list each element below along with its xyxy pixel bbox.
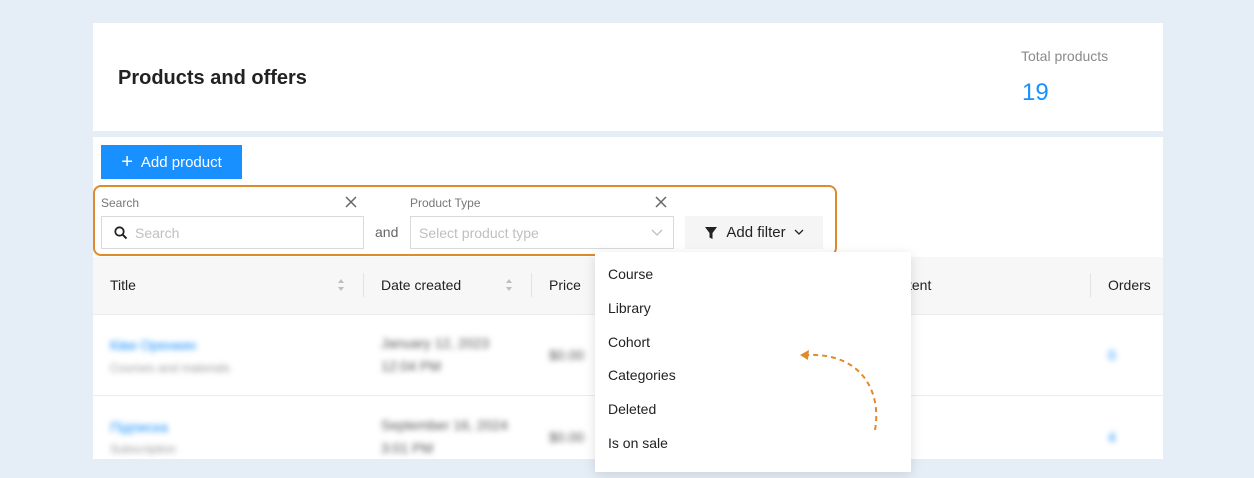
column-divider	[363, 273, 364, 297]
time-created: 3:01 PM	[381, 440, 434, 456]
product-title-link[interactable]: Підписка	[110, 419, 168, 435]
plus-icon: +	[121, 151, 133, 173]
column-title[interactable]: Title	[110, 277, 136, 293]
chevron-down-icon	[651, 229, 663, 236]
column-divider	[1090, 273, 1091, 297]
search-label: Search	[101, 196, 140, 210]
orders-count[interactable]: 4	[1108, 429, 1116, 445]
chevron-down-icon	[794, 229, 804, 235]
column-divider	[531, 273, 532, 297]
filter-conjunction: and	[375, 224, 399, 240]
column-orders[interactable]: Orders	[1108, 277, 1151, 293]
column-price[interactable]: Price	[549, 277, 581, 293]
annotation-arrow-icon	[800, 350, 878, 431]
header-card: Products and offers Total products 19	[93, 23, 1163, 131]
sort-icon[interactable]	[337, 278, 345, 292]
date-created: January 12, 2023	[381, 335, 490, 351]
total-products-value: 19	[1022, 79, 1049, 106]
dropdown-item-categories[interactable]: Categories	[608, 367, 676, 383]
column-content[interactable]: tent	[908, 277, 931, 293]
add-filter-button[interactable]: Add filter	[685, 216, 823, 249]
add-product-label: Add product	[140, 153, 222, 171]
orders-count[interactable]: 0	[1108, 347, 1116, 363]
total-products-label: Total products	[1021, 48, 1109, 64]
product-subtitle: Courses and materials	[110, 361, 231, 375]
filter-icon	[705, 226, 718, 239]
product-title-link[interactable]: Ківи Оренкин	[110, 337, 196, 353]
dropdown-item-deleted[interactable]: Deleted	[608, 401, 656, 417]
search-icon	[114, 225, 128, 239]
sort-icon[interactable]	[505, 278, 513, 292]
clear-search-icon[interactable]	[344, 195, 358, 209]
dropdown-item-library[interactable]: Library	[608, 300, 651, 316]
product-type-select[interactable]: Select product type	[410, 216, 674, 249]
clear-product-type-icon[interactable]	[654, 195, 668, 209]
dropdown-item-course[interactable]: Course	[608, 266, 653, 282]
date-created: September 16, 2024	[381, 417, 508, 433]
page-title: Products and offers	[118, 67, 307, 89]
dropdown-item-is-on-sale[interactable]: Is on sale	[608, 435, 668, 451]
time-created: 12:04 PM	[381, 358, 441, 374]
product-type-placeholder: Select product type	[419, 224, 539, 241]
price: $0.00	[549, 347, 585, 363]
add-product-button[interactable]: + Add product	[101, 145, 242, 179]
price: $0.00	[549, 429, 585, 445]
search-placeholder: Search	[135, 224, 180, 241]
product-subtitle: Subscription	[110, 442, 177, 456]
search-input[interactable]: Search	[101, 216, 364, 249]
column-date-created[interactable]: Date created	[381, 277, 461, 293]
add-filter-label: Add filter	[726, 224, 786, 241]
product-type-label: Product Type	[410, 196, 481, 210]
dropdown-item-cohort[interactable]: Cohort	[608, 334, 650, 350]
